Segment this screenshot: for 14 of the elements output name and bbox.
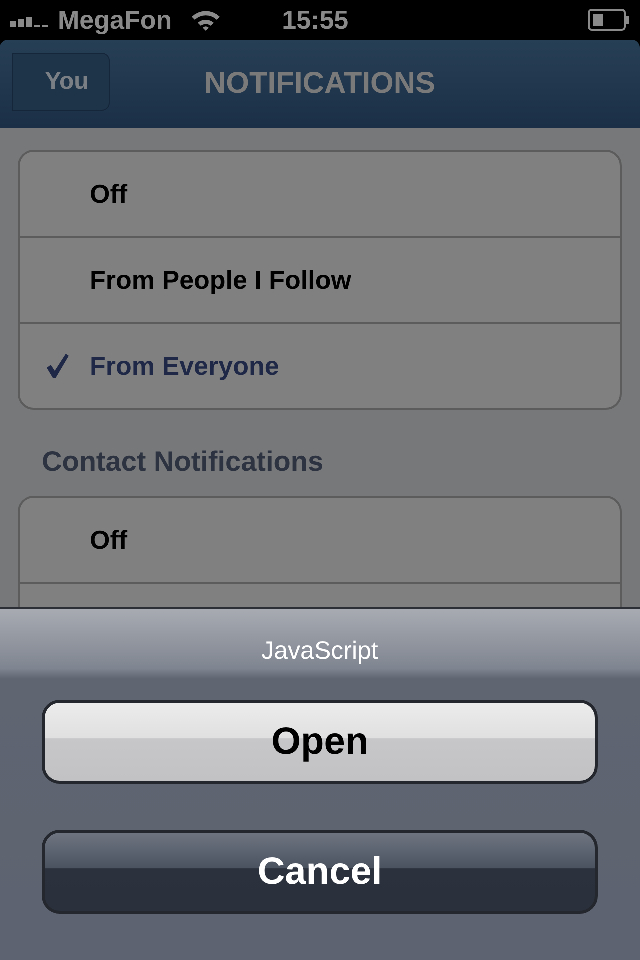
battery-icon bbox=[588, 9, 630, 31]
section-header: Contact Notifications bbox=[42, 446, 325, 478]
back-button[interactable]: You bbox=[12, 53, 110, 111]
clock-time: 15:55 bbox=[282, 4, 350, 36]
option-row[interactable]: From People I Follow bbox=[20, 236, 620, 322]
screen-title: NOTIFICATIONS bbox=[203, 67, 437, 101]
checkmark-icon bbox=[46, 353, 70, 379]
cancel-button[interactable]: Cancel bbox=[42, 830, 598, 914]
option-row[interactable]: Off bbox=[20, 152, 620, 236]
carrier-name: MegaFon bbox=[58, 4, 172, 36]
open-button[interactable]: Open bbox=[42, 700, 598, 784]
sheet-title: JavaScript bbox=[262, 637, 378, 666]
option-row[interactable]: From Everyone bbox=[20, 322, 620, 408]
option-row[interactable]: Off bbox=[20, 498, 620, 582]
